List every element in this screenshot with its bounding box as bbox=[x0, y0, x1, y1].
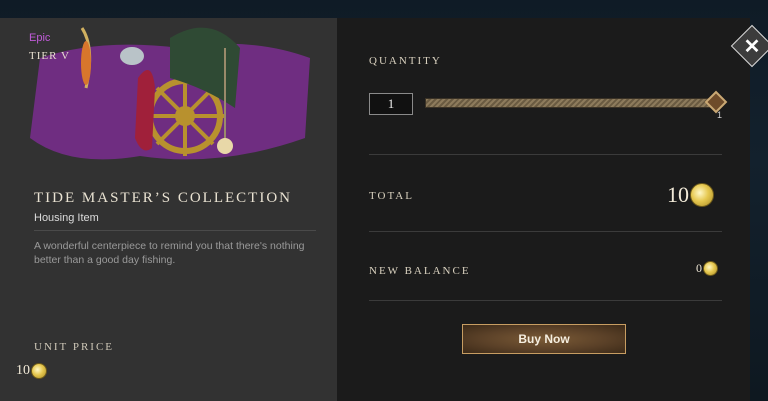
divider bbox=[34, 230, 316, 231]
purchase-panel: QUANTITY 1 1 TOTAL 10 NEW BALANCE 0 Buy … bbox=[337, 18, 750, 401]
item-artwork bbox=[30, 27, 310, 160]
slider-handle[interactable] bbox=[704, 90, 728, 114]
gold-coin-icon bbox=[703, 261, 718, 276]
item-description: A wonderful centerpiece to remind you th… bbox=[34, 240, 305, 266]
divider bbox=[369, 300, 722, 301]
tier-label: TIER V bbox=[29, 50, 70, 62]
quantity-slider[interactable] bbox=[425, 98, 717, 108]
total-value: 10 bbox=[667, 182, 689, 207]
quantity-label: QUANTITY bbox=[369, 55, 442, 67]
divider bbox=[369, 154, 722, 155]
rarity-label: Epic bbox=[29, 32, 51, 44]
close-icon[interactable]: ✕ bbox=[737, 31, 767, 61]
total-label: TOTAL bbox=[369, 190, 414, 202]
slider-max-label: 1 bbox=[717, 110, 723, 120]
unit-price-value: 10 bbox=[16, 363, 30, 378]
quantity-input[interactable]: 1 bbox=[369, 93, 413, 115]
total-amount: 10 bbox=[667, 182, 714, 208]
buy-now-button[interactable]: Buy Now bbox=[462, 324, 626, 354]
gold-coin-icon bbox=[690, 183, 714, 207]
purchase-dialog: Epic TIER V TIDE MASTER’S COLLECTION Hou… bbox=[0, 18, 768, 401]
new-balance-label: NEW BALANCE bbox=[369, 265, 471, 277]
divider bbox=[369, 231, 722, 232]
item-type: Housing Item bbox=[34, 212, 99, 224]
item-title: TIDE MASTER’S COLLECTION bbox=[34, 190, 292, 206]
unit-price: 10 bbox=[16, 363, 47, 379]
new-balance-amount: 0 bbox=[696, 261, 718, 276]
item-panel: Epic TIER V TIDE MASTER’S COLLECTION Hou… bbox=[0, 18, 337, 401]
gold-coin-icon bbox=[31, 363, 47, 379]
new-balance-value: 0 bbox=[696, 261, 702, 275]
unit-price-label: UNIT PRICE bbox=[34, 341, 114, 353]
